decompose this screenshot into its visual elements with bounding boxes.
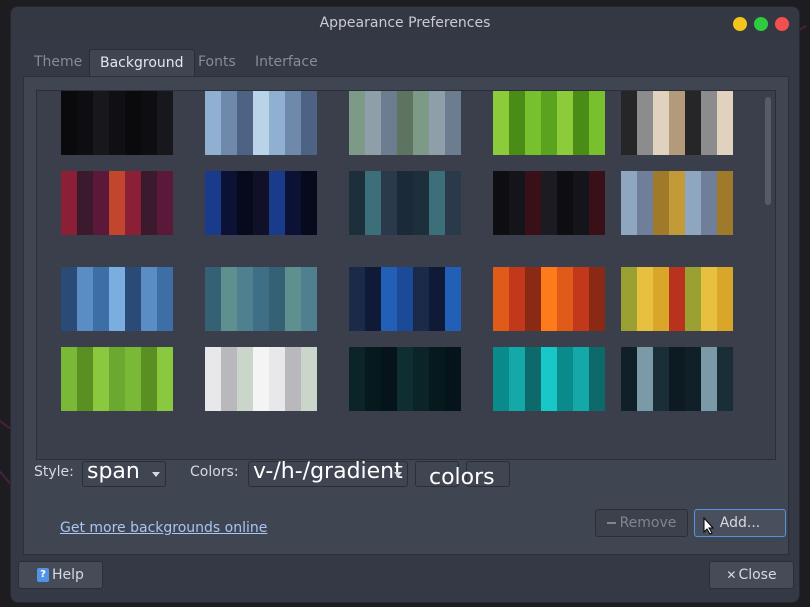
- appearance-preferences-window: Appearance Preferences Theme Background …: [10, 6, 800, 603]
- tab-fonts[interactable]: Fonts: [188, 49, 246, 77]
- wallpaper-thumbnail[interactable]: [205, 347, 317, 411]
- scrollbar-thumb[interactable]: [765, 97, 771, 205]
- wallpaper-gallery[interactable]: [36, 90, 776, 460]
- remove-label: Remove: [619, 515, 677, 531]
- colors-select[interactable]: v-/h-/gradient: [248, 459, 408, 487]
- remove-button[interactable]: Remove: [595, 509, 688, 537]
- tab-interface[interactable]: Interface: [245, 49, 328, 77]
- style-select[interactable]: span: [82, 459, 166, 487]
- maximize-button[interactable]: [754, 17, 768, 31]
- wallpaper-thumbnail[interactable]: [621, 347, 733, 411]
- wallpaper-thumbnail[interactable]: [205, 171, 317, 235]
- help-label: Help: [52, 567, 84, 583]
- style-label: Style:: [34, 464, 74, 480]
- close-button[interactable]: ✕ Close: [709, 561, 794, 589]
- wallpaper-thumbnail[interactable]: [621, 267, 733, 331]
- wallpaper-thumbnail[interactable]: [61, 267, 173, 331]
- minus-icon: [606, 522, 616, 524]
- wallpaper-thumbnail[interactable]: [61, 171, 173, 235]
- wallpaper-thumbnail[interactable]: [205, 267, 317, 331]
- wallpaper-thumbnail[interactable]: [493, 91, 605, 155]
- wallpaper-thumbnail[interactable]: [349, 267, 461, 331]
- colors-label: Colors:: [190, 464, 239, 480]
- wallpaper-thumbnail[interactable]: [349, 91, 461, 155]
- add-label: Add...: [719, 515, 761, 531]
- wallpaper-thumbnail[interactable]: [349, 171, 461, 235]
- wallpaper-thumbnail[interactable]: [205, 91, 317, 155]
- colors-text: colors: [429, 465, 495, 490]
- background-panel: Style: span Colors: v-/h-/gradient color…: [23, 76, 789, 555]
- mouse-cursor-icon: [703, 517, 715, 535]
- wallpaper-thumbnail[interactable]: [493, 347, 605, 411]
- help-icon: ?: [37, 568, 50, 582]
- gallery-scrollbar[interactable]: [763, 93, 773, 457]
- minimize-button[interactable]: [733, 17, 747, 31]
- wallpaper-thumbnail[interactable]: [61, 347, 173, 411]
- more-backgrounds-link[interactable]: Get more backgrounds online: [60, 520, 267, 536]
- tab-background[interactable]: Background: [89, 49, 195, 77]
- chevron-down-icon: [152, 472, 160, 477]
- style-value: span: [87, 459, 140, 484]
- wallpaper-thumbnail[interactable]: [621, 171, 733, 235]
- window-title: Appearance Preferences: [319, 15, 491, 31]
- help-button[interactable]: ? Help: [18, 561, 103, 589]
- chevron-down-icon: [394, 472, 402, 477]
- tab-theme[interactable]: Theme: [24, 49, 92, 77]
- wallpaper-thumbnail[interactable]: [621, 91, 733, 155]
- colors-value: v-/h-/gradient: [253, 459, 403, 484]
- wallpaper-thumbnail[interactable]: [349, 347, 461, 411]
- wallpaper-thumbnail[interactable]: [493, 267, 605, 331]
- window-close-button[interactable]: [775, 17, 789, 31]
- close-icon: ✕: [726, 568, 737, 582]
- titlebar[interactable]: Appearance Preferences: [11, 7, 799, 41]
- wallpaper-thumbnail[interactable]: [61, 91, 173, 155]
- wallpaper-thumbnail[interactable]: [493, 171, 605, 235]
- close-label: Close: [738, 567, 777, 583]
